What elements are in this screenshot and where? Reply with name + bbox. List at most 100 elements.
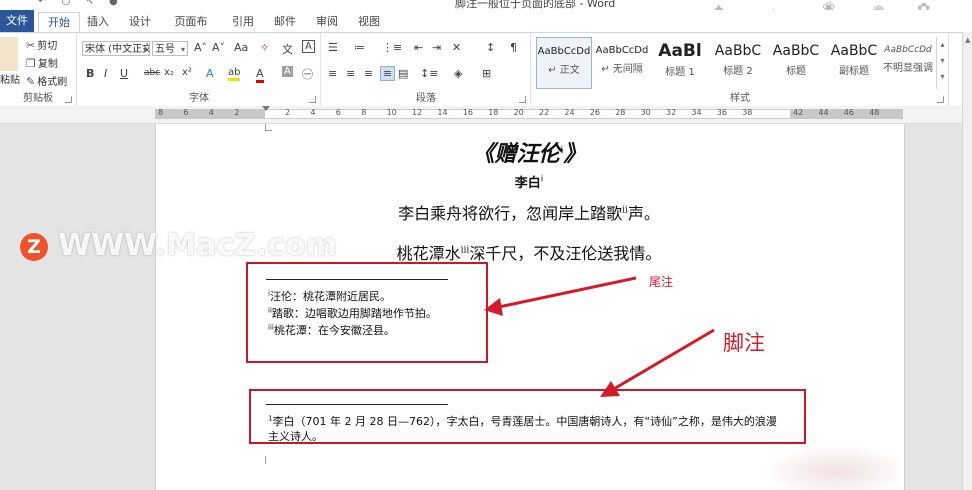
clipboard-group: 粘贴 ✂ 剪切 ❐ 复制 ✎ 格式刷 剪贴板 xyxy=(0,33,77,106)
endnote-item[interactable]: i汪伦：桃花潭附近居民。 xyxy=(268,288,391,304)
tab-references[interactable]: 引用 xyxy=(231,12,255,32)
dialog-launcher-icon[interactable] xyxy=(519,96,526,103)
tab-design[interactable]: 设计 xyxy=(128,12,152,32)
horizontal-ruler[interactable]: 8 6 4 2 2 4 6 8 10 12 14 16 18 20 22 24 26 28 30 32 34 36 38 42… xyxy=(0,106,972,124)
endnote-callout-label: 尾注 xyxy=(649,275,674,289)
styles-group: AaBbCcDd ↵ 正文 AaBbCcDd ↵ 无间隔 AaBl 标题 1 A… xyxy=(532,33,949,106)
font-name-combo[interactable]: 宋体 (中文正文) ▾ xyxy=(82,41,150,56)
vertical-scrollbar[interactable]: ▲ xyxy=(962,32,972,490)
style-title[interactable]: AaBbC 标题 xyxy=(768,37,824,89)
sort-icon[interactable]: ↕ xyxy=(486,41,495,54)
paste-button[interactable]: 粘贴 xyxy=(0,71,20,86)
ruler-number: 6 xyxy=(183,108,189,117)
chevron-down-icon[interactable]: ▾ xyxy=(940,56,944,65)
underline-button[interactable]: U xyxy=(120,67,128,80)
borders-icon[interactable]: ⊞ xyxy=(482,67,491,80)
align-center-icon[interactable]: ≡ xyxy=(346,67,355,80)
dialog-launcher-icon[interactable] xyxy=(65,96,72,103)
ruler-number: 8 xyxy=(361,108,367,117)
style-subtle-emphasis[interactable]: AaBbCcDd 不明显强调 xyxy=(882,37,934,89)
shrink-font-button[interactable]: A˅ xyxy=(212,41,225,54)
text-effects-button[interactable]: A xyxy=(206,67,214,80)
distributed-icon[interactable]: ▤ xyxy=(398,67,408,80)
ruler-number: 30 xyxy=(640,108,651,117)
align-left-icon[interactable]: ≡ xyxy=(328,67,337,80)
superscript-button[interactable]: x² xyxy=(182,67,192,78)
style-heading-2[interactable]: AaBbC 标题 2 xyxy=(710,37,766,89)
tab-review[interactable]: 审阅 xyxy=(315,12,339,32)
more-icon[interactable]: ▾ xyxy=(940,72,944,81)
shading-icon[interactable]: ◈ xyxy=(454,67,462,80)
brush-icon: ✎ xyxy=(26,75,36,88)
endnote-item[interactable]: iii桃花潭：在今安徽泾县。 xyxy=(268,322,395,338)
style-no-spacing[interactable]: AaBbCcDd ↵ 无间隔 xyxy=(594,37,650,89)
font-color-button[interactable]: A xyxy=(256,67,264,83)
site-watermark: Z WWW.MacZ.com xyxy=(20,228,337,264)
italic-button[interactable]: I xyxy=(104,67,107,80)
chevron-up-icon[interactable]: ▴ xyxy=(940,40,944,49)
justify-icon[interactable]: ≡ xyxy=(380,66,396,81)
style-heading-1[interactable]: AaBl 标题 1 xyxy=(652,37,708,89)
ruler-number: 4 xyxy=(310,108,316,117)
footnote-reference-mark[interactable]: i xyxy=(541,175,544,185)
change-case-button[interactable]: Aa xyxy=(234,41,248,54)
ruler-number: 32 xyxy=(666,108,677,117)
line-spacing-icon[interactable]: ↕≡ xyxy=(420,67,438,80)
bold-button[interactable]: B xyxy=(86,67,94,80)
multilevel-list-icon[interactable]: ⋮≡ xyxy=(382,41,402,54)
page-corner-mark xyxy=(265,124,272,131)
endnote-item[interactable]: ii踏歌：边唱歌边用脚踏地作节拍。 xyxy=(268,305,437,321)
chevron-down-icon: ▾ xyxy=(142,45,147,54)
format-painter-button[interactable]: ✎ 格式刷 xyxy=(26,73,67,88)
dialog-launcher-icon[interactable] xyxy=(309,96,316,103)
highlight-button[interactable]: ab xyxy=(228,67,241,81)
copy-button[interactable]: ❐ 复制 xyxy=(26,55,58,70)
scroll-up-icon[interactable]: ▲ xyxy=(965,36,970,44)
chevron-down-icon: ▾ xyxy=(180,45,185,54)
font-group: 宋体 (中文正文) ▾ 五号 ▾ A˄ A˅ Aa ✧ 文 A B I U abc … xyxy=(78,33,321,106)
tab-home[interactable]: 开始 xyxy=(38,12,80,33)
style-normal[interactable]: AaBbCcDd ↵ 正文 xyxy=(536,37,592,89)
footnote-separator xyxy=(266,404,448,405)
strikethrough-button[interactable]: abc xyxy=(144,68,160,78)
char-border-button[interactable]: A xyxy=(302,40,315,53)
tab-page-layout[interactable]: 页面布局 xyxy=(170,12,212,48)
decorative-fade xyxy=(760,444,900,490)
styles-group-label: 样式 xyxy=(730,93,750,104)
tab-insert[interactable]: 插入 xyxy=(86,12,110,32)
poem-author: 李白i xyxy=(514,174,544,191)
grow-font-button[interactable]: A˄ xyxy=(194,41,207,54)
endnote-separator xyxy=(266,279,448,280)
paste-icon[interactable] xyxy=(0,37,18,71)
tab-view[interactable]: 视图 xyxy=(357,12,381,32)
ribbon: 粘贴 ✂ 剪切 ❐ 复制 ✎ 格式刷 剪贴板 宋体 (中文正文) ▾ 五号 ▾ A˄ A˅… xyxy=(0,32,972,107)
style-subtitle[interactable]: AaBbC 副标题 xyxy=(826,37,882,89)
ruler-number: 4 xyxy=(208,108,214,117)
first-line-indent-marker[interactable] xyxy=(262,106,270,111)
scissors-icon: ✂ xyxy=(26,39,36,52)
bullets-icon[interactable]: ☰ xyxy=(328,41,338,54)
ruler-number: 44 xyxy=(818,108,829,117)
numbering-icon[interactable]: ≔ xyxy=(354,41,365,54)
styles-gallery-scroll[interactable]: ▴ ▾ ▾ xyxy=(936,37,948,89)
increase-indent-icon[interactable]: ⇥ xyxy=(432,41,441,54)
clear-format-icon[interactable]: ✧ xyxy=(260,41,269,54)
quick-access-toolbar[interactable]: ↶ ○ ↖ ● xyxy=(38,0,124,7)
tab-file[interactable]: 文件 xyxy=(0,10,34,32)
poem-line-1: 李白乘舟将欲行，忽闻岸上踏歌ii声。 xyxy=(398,204,660,223)
subscript-button[interactable]: x₂ xyxy=(164,67,174,78)
ribbon-tabs: 文件 开始 插入 设计 页面布局 引用 邮件 审阅 视图 xyxy=(0,10,972,48)
footnote-item[interactable]: 1李白（701 年 2 月 28 日—762），字太白，号青莲居士。中国唐朝诗人… xyxy=(268,413,777,429)
decrease-indent-icon[interactable]: ⇤ xyxy=(414,41,423,54)
phonetic-guide-icon[interactable]: 文 xyxy=(282,41,293,57)
dialog-launcher-icon[interactable] xyxy=(937,96,944,103)
chinese-layout-icon[interactable]: ✕ xyxy=(452,41,461,54)
tab-mailings[interactable]: 邮件 xyxy=(273,12,297,32)
align-right-icon[interactable]: ≡ xyxy=(364,67,373,80)
cut-button[interactable]: ✂ 剪切 xyxy=(26,37,57,52)
show-marks-icon[interactable]: ¶ xyxy=(510,41,517,54)
enclose-char-icon[interactable]: ㊀ xyxy=(302,66,313,82)
watermark-logo-icon: Z xyxy=(20,232,48,261)
font-size-combo[interactable]: 五号 ▾ xyxy=(152,41,188,56)
char-shading-button[interactable]: A xyxy=(282,66,293,77)
